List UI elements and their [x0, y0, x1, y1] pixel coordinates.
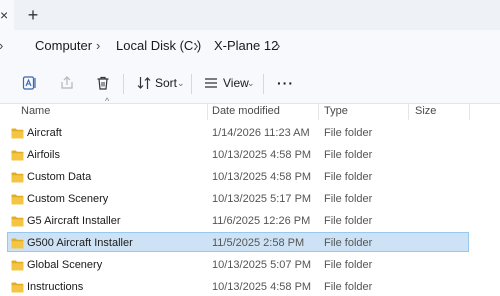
column-header-date[interactable]: Date modified	[212, 104, 280, 120]
view-icon[interactable]	[201, 73, 221, 93]
toolbar-divider	[191, 74, 192, 94]
folder-icon	[11, 126, 24, 139]
rename-icon[interactable]	[20, 73, 40, 93]
file-type: File folder	[324, 171, 373, 183]
file-row[interactable]: Custom Scenery 10/13/2025 5:17 PM File fol…	[0, 188, 500, 210]
folder-icon	[11, 236, 24, 249]
folder-icon	[11, 280, 24, 293]
column-header-size[interactable]: Size	[415, 104, 436, 120]
breadcrumb-separator[interactable]: ›	[276, 30, 280, 62]
column-divider[interactable]	[207, 104, 208, 120]
file-name[interactable]: Custom Data	[27, 166, 91, 188]
new-tab-button[interactable]: +	[25, 6, 41, 24]
file-name[interactable]: Airfoils	[27, 144, 60, 166]
file-name[interactable]: G500 Aircraft Installer	[27, 232, 133, 254]
file-date-modified: 10/13/2025 4:58 PM	[212, 149, 312, 161]
file-row[interactable]: G500 Aircraft Installer 11/5/2025 2:58 PM…	[0, 232, 500, 254]
file-row[interactable]: Custom Data 10/13/2025 4:58 PM File folder	[0, 166, 500, 188]
active-tab[interactable]: ×	[0, 0, 14, 30]
column-divider[interactable]	[408, 104, 409, 120]
column-header-name[interactable]: Name	[21, 104, 50, 120]
breadcrumb-separator[interactable]: ›	[0, 30, 3, 62]
folder-icon	[11, 148, 24, 161]
command-bar: Sort ⌄ View ⌄ ···	[0, 62, 500, 104]
address-bar[interactable]: › Computer › Local Disk (C:) › X-Plane 1…	[0, 30, 500, 62]
file-name[interactable]: G5 Aircraft Installer	[27, 210, 121, 232]
view-button[interactable]: View	[223, 73, 249, 93]
breadcrumb-separator[interactable]: ›	[194, 30, 198, 62]
folder-icon	[11, 192, 24, 205]
breadcrumb-local-disk[interactable]: Local Disk (C:)	[116, 30, 201, 62]
folder-icon	[11, 258, 24, 271]
tab-strip: × +	[0, 0, 500, 30]
file-type: File folder	[324, 149, 373, 161]
file-date-modified: 10/13/2025 5:17 PM	[212, 193, 312, 205]
sort-icon[interactable]	[134, 73, 154, 93]
toolbar-divider	[123, 74, 124, 94]
file-name[interactable]: Global Scenery	[27, 254, 102, 276]
more-options-button[interactable]: ···	[277, 73, 294, 93]
sort-button[interactable]: Sort	[155, 73, 177, 93]
column-divider[interactable]	[469, 104, 470, 120]
close-tab-icon[interactable]: ×	[0, 7, 12, 23]
file-name[interactable]: Instructions	[27, 276, 83, 296]
file-date-modified: 11/6/2025 12:26 PM	[212, 215, 311, 227]
breadcrumb-xplane[interactable]: X-Plane 12	[214, 30, 278, 62]
file-type: File folder	[324, 193, 373, 205]
file-type: File folder	[324, 237, 373, 249]
file-row[interactable]: G5 Aircraft Installer 11/6/2025 12:26 PM F…	[0, 210, 500, 232]
file-type: File folder	[324, 259, 373, 271]
file-row[interactable]: Global Scenery 10/13/2025 5:07 PM File fol…	[0, 254, 500, 276]
breadcrumb-separator[interactable]: ›	[96, 30, 100, 62]
toolbar-divider	[263, 74, 264, 94]
breadcrumb-computer[interactable]: Computer	[35, 30, 92, 62]
file-date-modified: 11/5/2025 2:58 PM	[212, 237, 305, 249]
file-name[interactable]: Aircraft	[27, 122, 62, 144]
file-name[interactable]: Custom Scenery	[27, 188, 108, 210]
file-type: File folder	[324, 281, 373, 293]
folder-icon	[11, 214, 24, 227]
folder-icon	[11, 170, 24, 183]
file-type: File folder	[324, 215, 373, 227]
file-row[interactable]: Instructions 10/13/2025 4:58 PM File folde…	[0, 276, 500, 296]
file-date-modified: 10/13/2025 5:07 PM	[212, 259, 312, 271]
column-divider[interactable]	[318, 104, 319, 120]
file-row[interactable]: Airfoils 10/13/2025 4:58 PM File folder	[0, 144, 500, 166]
chevron-down-icon[interactable]: ⌄	[247, 73, 255, 93]
delete-icon[interactable]	[93, 73, 113, 93]
file-date-modified: 10/13/2025 4:58 PM	[212, 171, 312, 183]
share-icon[interactable]	[57, 73, 77, 93]
column-header-row: Name Date modified Type Size	[0, 104, 500, 120]
file-type: File folder	[324, 127, 373, 139]
file-date-modified: 1/14/2026 11:23 AM	[212, 127, 310, 139]
file-row[interactable]: Aircraft 1/14/2026 11:23 AM File folder	[0, 122, 500, 144]
chevron-down-icon[interactable]: ⌄	[177, 73, 185, 93]
column-header-type[interactable]: Type	[324, 104, 348, 120]
file-date-modified: 10/13/2025 4:58 PM	[212, 281, 312, 293]
